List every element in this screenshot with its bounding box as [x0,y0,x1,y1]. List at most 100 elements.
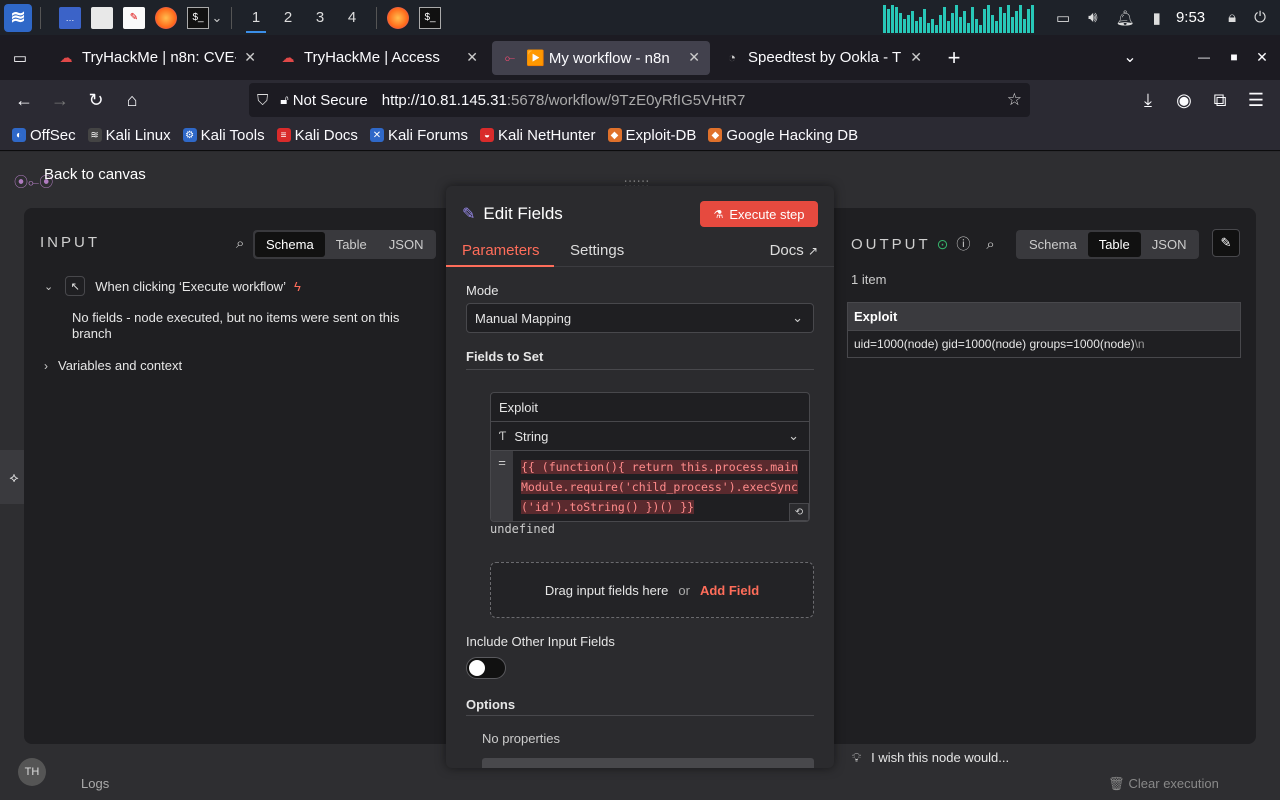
tab-parameters[interactable]: Parameters [462,242,540,259]
lock-icon[interactable]: 🔒︎ [1228,9,1236,26]
input-view-schema[interactable]: Schema [255,232,325,257]
close-icon[interactable]: ✕ [688,49,700,66]
expand-editor-icon[interactable]: ⟲ [789,503,809,521]
menu-icon[interactable]: ☰ [1238,82,1274,118]
workspace-1[interactable]: 1 [240,0,272,35]
close-icon[interactable]: ✕ [466,49,478,66]
output-view-json[interactable]: JSON [1141,232,1198,257]
reload-icon[interactable]: ↻ [78,82,114,118]
firefox-icon[interactable] [155,6,177,29]
file-manager-icon[interactable] [91,6,113,29]
terminal-window-icon[interactable]: $_ [419,6,441,29]
bookmark-kali-tools[interactable]: ⚙ Kali Tools [182,127,265,144]
battery-icon[interactable]: ▮ [1153,9,1161,27]
output-view-table[interactable]: Table [1087,232,1141,257]
tab-tryhackme-access[interactable]: ☁ TryHackMe | Access ✕ [270,41,488,75]
feedback-prompt[interactable]: 💡︎ I wish this node would... [852,750,1009,766]
output-item-count: 1 item [851,272,887,287]
bookmark-label: Kali NetHunter [497,126,596,144]
clock[interactable]: 9:53 [1176,9,1205,26]
bookmark-kali-forums[interactable]: ✕ Kali Forums [369,127,468,144]
bookmark-offsec[interactable]: ◐ OffSec [12,127,76,144]
extensions-icon[interactable]: ⧉ [1202,82,1238,118]
field-name-input[interactable]: Exploit [491,393,809,422]
home-icon[interactable]: ⌂ [114,82,150,118]
not-secure-indicator[interactable]: 🔓︎ Not Secure [280,92,367,109]
chevron-down-icon[interactable]: ⌄ [211,7,223,29]
account-icon[interactable]: ◉ [1166,82,1202,118]
tab-my-workflow[interactable]: ⟜ ▶️ My workflow - n8n ✕ [492,40,710,75]
bookmark-star-icon[interactable]: ☆ [1007,90,1022,110]
tab-title: ▶️ My workflow - n8n [526,49,670,67]
back-to-canvas-link[interactable]: Back to canvas [44,166,146,183]
input-title: INPUT [40,234,100,251]
input-view-table[interactable]: Table [325,232,378,257]
forward-arrow-icon[interactable]: → [42,82,78,118]
output-column-header[interactable]: Exploit [848,303,1240,330]
tab-overview-icon[interactable]: ▭ [2,40,38,76]
mode-select[interactable]: Manual Mapping ⌄ [466,303,814,333]
node-title-text: Edit Fields [483,204,563,223]
trigger-node-row[interactable]: ⌄ ↖ When clicking ‘Execute workflow’ ϟ [44,276,301,296]
url-bar[interactable]: ⛉ 🔓︎ Not Secure http://10.81.145.31:5678… [249,83,1030,117]
firefox-window-icon[interactable] [387,6,409,29]
logs-label[interactable]: Logs [81,776,109,791]
search-icon[interactable]: ⌕ [236,235,244,252]
avatar[interactable]: TH [18,758,46,786]
expression-editor[interactable]: = {{ (function(){ return this.process.ma… [491,451,809,521]
output-view-schema[interactable]: Schema [1018,232,1088,257]
field-assignment: Exploit Ƭ String ⌄ = {{ (function(){ ret… [490,392,810,522]
tab-settings[interactable]: Settings [570,242,624,259]
bookmark-kali-nethunter[interactable]: ◒ Kali NetHunter [479,126,596,144]
kali-dragon-icon: ≋ [87,128,102,142]
downloads-icon[interactable]: ⤓ [1130,82,1166,118]
workspace-2[interactable]: 2 [272,0,304,35]
search-icon[interactable]: ⌕ [986,236,994,253]
table-row[interactable]: uid=1000(node) gid=1000(node) groups=100… [848,330,1240,357]
field-type-select[interactable]: Ƭ String ⌄ [491,422,809,451]
workspace-3[interactable]: 3 [304,0,336,35]
bookmark-kali-docs[interactable]: ≡ Kali Docs [276,127,358,144]
input-view-json[interactable]: JSON [378,232,435,257]
tab-speedtest[interactable]: ◔ Speedtest by Ookla - The ✕ [714,41,932,75]
display-icon[interactable]: ▭ [1056,9,1070,27]
execute-step-button[interactable]: ⚗ Execute step [700,201,818,227]
back-arrow-icon[interactable]: ← [6,82,42,118]
bookmark-kali-linux[interactable]: ≋ Kali Linux [87,127,171,144]
show-desktop-icon[interactable]: … [59,6,81,29]
field-dropzone[interactable]: Drag input fields here or Add Field [490,562,814,618]
close-icon[interactable]: ✕ [910,49,922,66]
bookmark-google-hacking-db[interactable]: ◆ Google Hacking DB [708,127,858,144]
chevron-down-icon[interactable]: ⌄ [44,280,53,293]
node-title[interactable]: ✎ Edit Fields [462,204,563,224]
kali-menu-icon[interactable]: ≋ [4,3,32,32]
window-close-icon[interactable]: ✕ [1244,39,1280,75]
docs-link[interactable]: Docs ↗ [770,242,818,259]
chevron-right-icon[interactable]: › [44,359,48,373]
volume-icon[interactable]: 🔊︎ [1088,9,1097,26]
browser-tab-strip: ▭ ☁ TryHackMe | n8n: CVE-20 ✕ ☁ TryHackM… [0,35,1280,80]
workspace-4[interactable]: 4 [336,0,368,35]
edit-output-icon[interactable]: ✎ [1212,229,1240,257]
close-icon[interactable]: ✕ [244,49,256,66]
terminal-icon[interactable]: $_ [187,6,209,29]
notifications-icon[interactable]: 🔔︎ [1116,9,1135,27]
add-field-button[interactable]: Add Field [700,583,759,598]
shield-icon[interactable]: ⛉ [257,92,268,109]
info-icon[interactable]: ⓘ [956,234,970,254]
tryhackme-icon: ☁ [281,49,295,65]
bookmark-exploit-db[interactable]: ◆ Exploit-DB [607,127,696,144]
new-tab-icon[interactable]: + [936,40,972,76]
taskbar-separator [376,6,377,29]
expression-line-1: {{ (function(){ return this.process.main [521,460,798,474]
add-option-select[interactable] [482,758,814,768]
text-editor-icon[interactable]: ✎ [123,6,145,29]
clear-execution-button[interactable]: 🗑︎ Clear execution [1108,776,1219,792]
variables-context-row[interactable]: › Variables and context [44,358,182,373]
tab-tryhackme-n8n[interactable]: ☁ TryHackMe | n8n: CVE-20 ✕ [48,41,266,75]
feedback-text: I wish this node would... [871,750,1010,765]
url-text[interactable]: http://10.81.145.31:5678/workflow/9TzE0y… [382,92,746,109]
power-icon[interactable]: ⏻ [1254,9,1266,26]
include-other-fields-toggle[interactable] [466,657,506,679]
list-tabs-chevron-icon[interactable]: ⌄ [1112,39,1148,75]
